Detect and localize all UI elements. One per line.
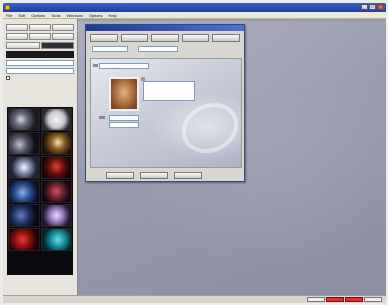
dialog-footer [106,172,202,179]
thumbnail[interactable] [8,204,40,227]
maximize-icon[interactable]: □ [369,4,376,10]
field-tag [99,116,105,119]
name-input[interactable] [99,63,149,69]
black-strip [6,51,74,58]
menu-edit[interactable]: Edit [18,13,25,18]
left-field-1[interactable] [6,60,74,66]
tool-button-5[interactable] [29,33,51,40]
status-indicators [307,297,382,302]
app-icon [5,5,10,10]
thumbnail-grid [7,107,73,275]
tool-row-3 [3,41,77,50]
status-box-red [345,297,363,302]
menu-options-2[interactable]: Options [89,13,103,18]
dialog-toolbar-button-4[interactable] [181,34,210,42]
description-textarea[interactable] [143,81,195,101]
row-input-1[interactable] [92,46,128,52]
status-bar [3,295,386,303]
thumbnail[interactable] [8,228,40,251]
dialog-toolbar-button-2[interactable] [120,34,149,42]
thumbnail[interactable] [40,132,72,155]
thumbnail[interactable] [40,108,72,131]
small-field[interactable] [109,122,139,128]
dialog-fields-row [86,45,244,53]
thumbnail[interactable] [8,156,40,179]
background-swirl [173,93,244,163]
dialog-toolbar-button-3[interactable] [151,34,179,42]
footer-button-2[interactable] [140,172,168,179]
menu-tools[interactable]: Tools [51,13,60,18]
tool-button-8[interactable] [40,42,74,49]
thumbnail[interactable] [8,108,40,131]
footer-button-1[interactable] [106,172,134,179]
tool-button-4[interactable] [6,33,28,40]
menu-bar: File Edit Options Tools Windows Options … [3,12,386,19]
thumbnail[interactable] [8,132,40,155]
field-tag [93,64,98,67]
status-box-red [326,297,344,302]
menu-help[interactable]: Help [109,13,117,18]
tool-button-1[interactable] [6,24,28,31]
screen: _ □ × File Edit Options Tools Windows Op… [3,3,386,303]
status-box [307,297,325,302]
row-input-2[interactable] [138,46,178,52]
footer-button-3[interactable] [174,172,202,179]
minimize-icon[interactable]: _ [361,4,368,10]
menu-windows[interactable]: Windows [67,13,83,18]
thumbnail[interactable] [40,180,72,203]
checkbox[interactable] [6,76,10,80]
menu-file[interactable]: File [6,13,12,18]
thumbnail[interactable] [40,228,72,251]
dialog-toolbar-button-1[interactable] [90,34,118,42]
tool-button-7[interactable] [6,42,40,49]
tool-button-3[interactable] [52,24,74,31]
checkbox-row[interactable] [6,76,74,80]
tool-row-1 [3,23,77,32]
title-bar: _ □ × [3,3,386,12]
tool-row-2 [3,32,77,41]
window-controls: _ □ × [361,4,384,10]
dialog-toolbar-button-5[interactable] [212,34,240,42]
tool-button-2[interactable] [29,24,51,31]
editor-dialog [85,24,245,182]
thumbnail[interactable] [8,180,40,203]
dialog-toolbar [86,31,244,45]
close-icon[interactable]: × [377,4,384,10]
status-box [364,297,382,302]
thumbnail[interactable] [40,204,72,227]
left-field-2[interactable] [6,68,74,74]
stamp-picture[interactable] [109,77,139,111]
menu-options[interactable]: Options [31,13,45,18]
tool-button-6[interactable] [52,33,74,40]
preview-canvas [90,58,244,168]
thumbnail[interactable] [40,156,72,179]
title-field[interactable] [109,115,139,121]
